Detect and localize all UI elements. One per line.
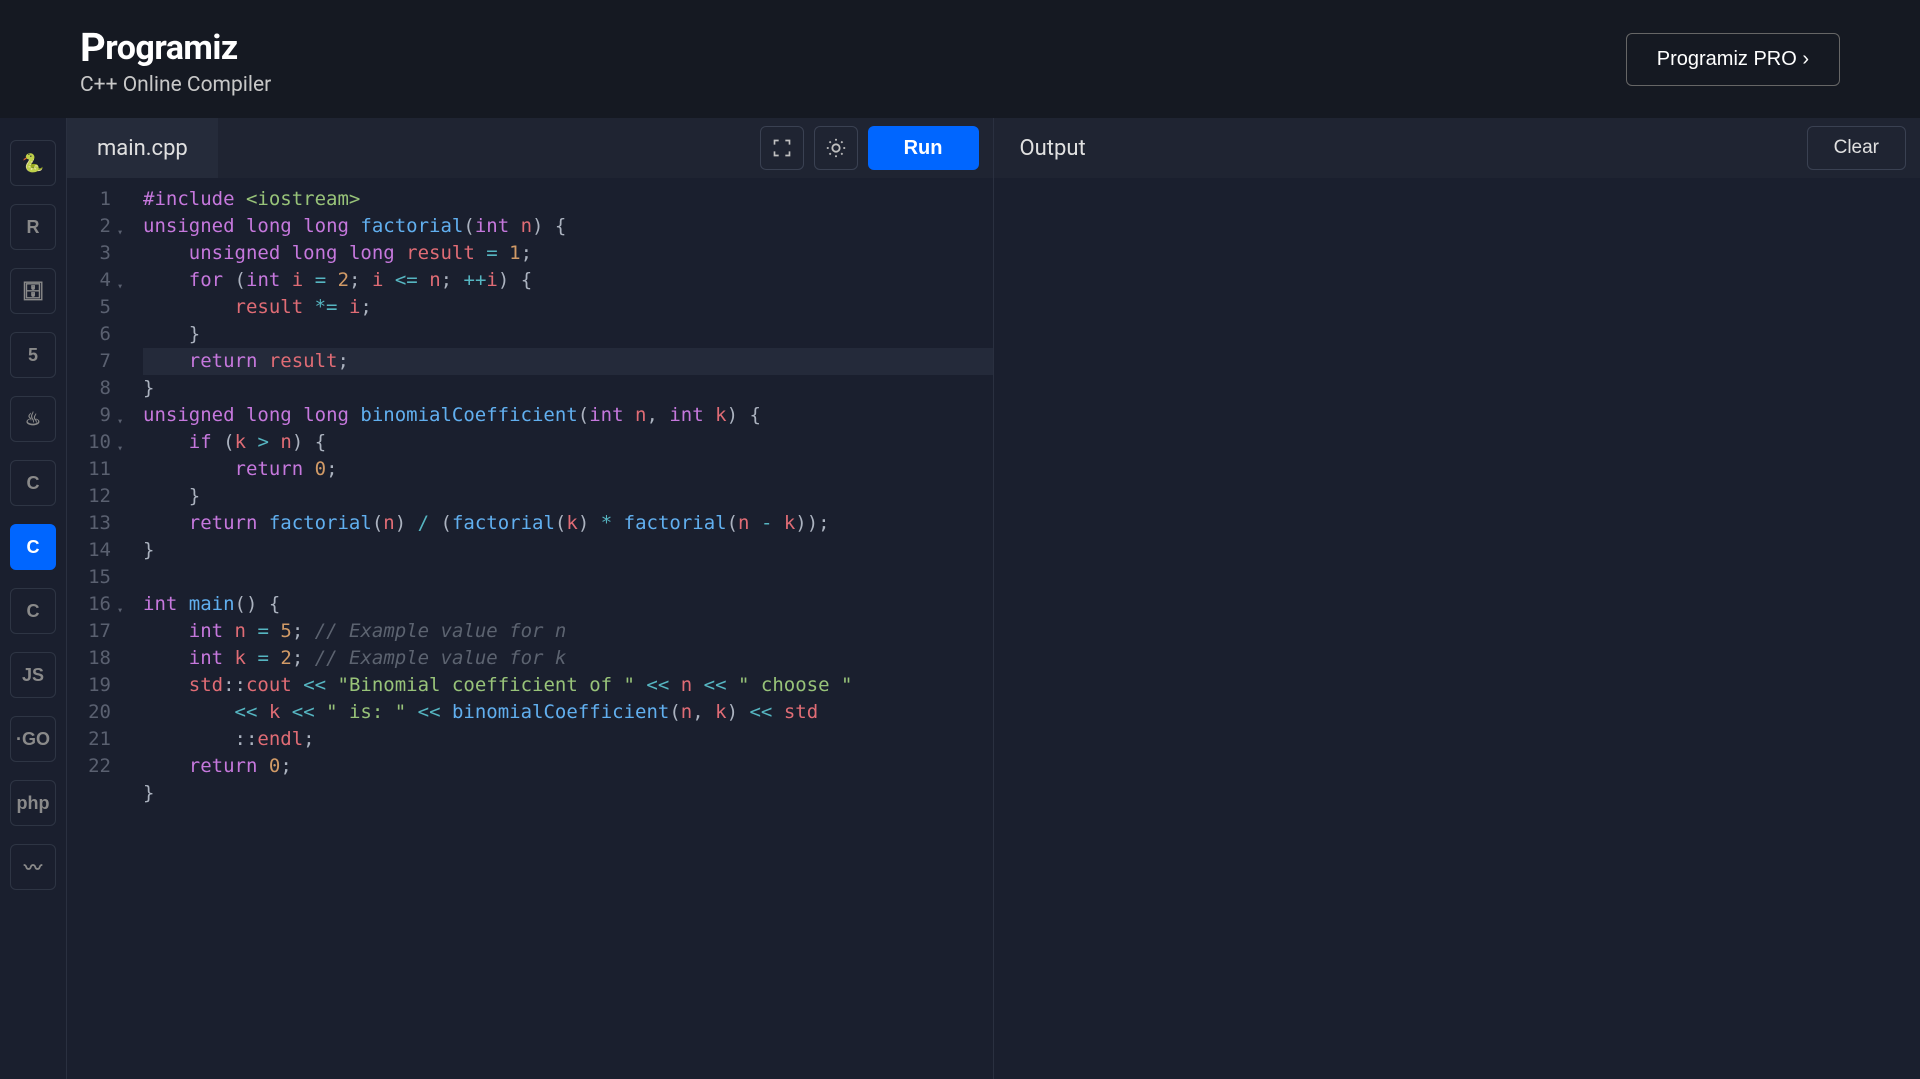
code-line[interactable]: unsigned long long result = 1;	[143, 240, 993, 267]
code-line[interactable]: result *= i;	[143, 294, 993, 321]
lang-swift-icon[interactable]: 〰	[10, 844, 56, 890]
output-pane: Output Clear	[994, 118, 1920, 1079]
code-line[interactable]: }	[143, 537, 993, 564]
line-gutter: 12345678910111213141516171819202122	[67, 186, 125, 1079]
code-line[interactable]: return 0;	[143, 753, 993, 780]
code-line[interactable]	[143, 807, 993, 834]
code-line[interactable]: if (k > n) {	[143, 429, 993, 456]
header-left: Programiz C++ Online Compiler	[80, 22, 271, 97]
code-line[interactable]	[143, 564, 993, 591]
lang-csharp-icon[interactable]: C	[10, 588, 56, 634]
code-line[interactable]: }	[143, 780, 993, 807]
output-body[interactable]	[994, 178, 1920, 1079]
code-line[interactable]: }	[143, 321, 993, 348]
editor-pane: main.cpp Run 123456789101112131415161718…	[67, 118, 994, 1079]
code-line[interactable]: for (int i = 2; i <= n; ++i) {	[143, 267, 993, 294]
lang-cpp-icon[interactable]: C	[10, 524, 56, 570]
code-line[interactable]: << k << " is: " << binomialCoefficient(n…	[143, 699, 993, 726]
theme-toggle-icon[interactable]	[814, 126, 858, 170]
code-line[interactable]: int main() {	[143, 591, 993, 618]
logo[interactable]: Programiz	[80, 22, 271, 69]
code-editor[interactable]: 12345678910111213141516171819202122 #inc…	[67, 178, 993, 1079]
lang-html-icon[interactable]: 5	[10, 332, 56, 378]
lang-python-icon[interactable]: 🐍	[10, 140, 56, 186]
code-line[interactable]: unsigned long long binomialCoefficient(i…	[143, 402, 993, 429]
code-line[interactable]: }	[143, 375, 993, 402]
code-line[interactable]: return result;	[143, 348, 993, 375]
editor-header: main.cpp Run	[67, 118, 993, 178]
main-area: 🐍R🗄5♨CCCJS·GOphp〰 main.cpp Run 123456789…	[0, 118, 1920, 1079]
code-lines[interactable]: #include <iostream>unsigned long long fa…	[125, 186, 993, 1079]
content: main.cpp Run 123456789101112131415161718…	[66, 118, 1920, 1079]
run-button[interactable]: Run	[868, 126, 979, 170]
lang-php-icon[interactable]: php	[10, 780, 56, 826]
compiler-subtitle: C++ Online Compiler	[80, 73, 271, 97]
lang-r-icon[interactable]: R	[10, 204, 56, 250]
code-line[interactable]: std::cout << "Binomial coefficient of " …	[143, 672, 993, 699]
code-line[interactable]: int k = 2; // Example value for k	[143, 645, 993, 672]
code-line[interactable]: return factorial(n) / (factorial(k) * fa…	[143, 510, 993, 537]
lang-sql-icon[interactable]: 🗄	[10, 268, 56, 314]
lang-c-icon[interactable]: C	[10, 460, 56, 506]
code-line[interactable]: unsigned long long factorial(int n) {	[143, 213, 993, 240]
programiz-pro-button[interactable]: Programiz PRO ›	[1626, 33, 1840, 86]
output-header: Output Clear	[994, 118, 1920, 178]
fullscreen-icon[interactable]	[760, 126, 804, 170]
clear-button[interactable]: Clear	[1807, 126, 1906, 170]
header: Programiz C++ Online Compiler Programiz …	[0, 0, 1920, 118]
language-sidebar: 🐍R🗄5♨CCCJS·GOphp〰	[0, 118, 66, 1079]
code-line[interactable]: #include <iostream>	[143, 186, 993, 213]
output-title: Output	[1020, 136, 1086, 161]
lang-go-icon[interactable]: ·GO	[10, 716, 56, 762]
lang-js-icon[interactable]: JS	[10, 652, 56, 698]
lang-java-icon[interactable]: ♨	[10, 396, 56, 442]
code-line[interactable]: return 0;	[143, 456, 993, 483]
file-tab[interactable]: main.cpp	[67, 118, 218, 178]
code-line[interactable]: ::endl;	[143, 726, 993, 753]
code-line[interactable]: int n = 5; // Example value for n	[143, 618, 993, 645]
code-line[interactable]: }	[143, 483, 993, 510]
